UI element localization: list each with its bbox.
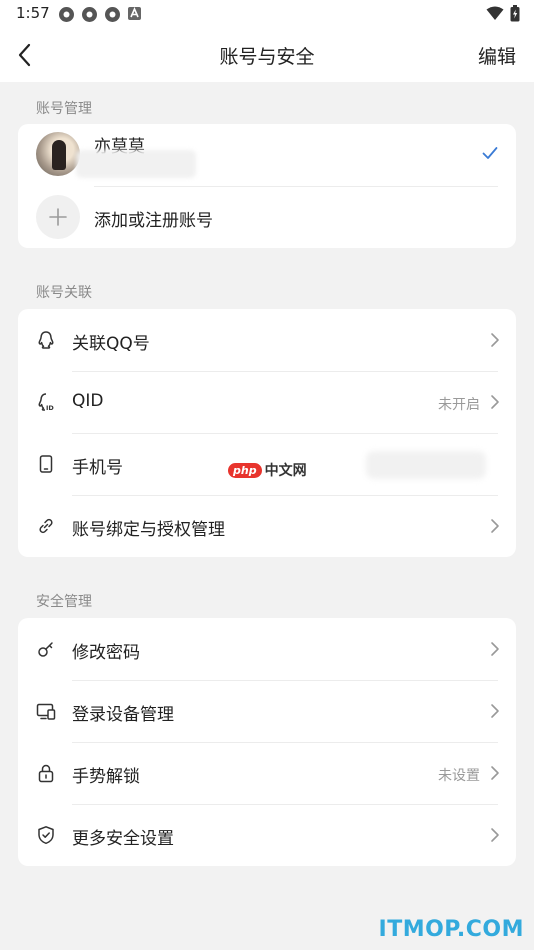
chevron-right-icon [491, 828, 499, 842]
add-account-row[interactable]: 添加或注册账号 [18, 186, 516, 248]
redacted-phone-number [366, 451, 486, 479]
shield-icon [38, 826, 54, 845]
account-management-card: 亦莫莫 添加或注册账号 [18, 124, 516, 248]
binding-authorization-row[interactable]: 账号绑定与授权管理 [18, 495, 516, 557]
status-bar: 1:57 [0, 0, 534, 28]
phone-icon [39, 455, 53, 473]
account-link-card: 关联QQ号 ID QID 未开启 手机号 账号绑定与授权管理 [18, 309, 516, 557]
plus-icon [36, 195, 80, 239]
section-label-security: 安全管理 [36, 594, 92, 610]
check-icon [482, 147, 498, 159]
chevron-right-icon [491, 704, 499, 718]
row-value: 未开启 [438, 397, 480, 413]
row-label: 登录设备管理 [72, 705, 174, 725]
gesture-unlock-row[interactable]: 手势解锁 未设置 [18, 742, 516, 804]
chevron-right-icon [491, 519, 499, 533]
page-title: 账号与安全 [219, 46, 315, 68]
battery-icon [510, 5, 520, 26]
notification-icon [58, 6, 75, 23]
add-account-label: 添加或注册账号 [94, 211, 213, 231]
notification-icon [104, 6, 121, 23]
svg-text:ID: ID [46, 404, 54, 412]
qq-icon [38, 331, 54, 349]
chevron-right-icon [491, 333, 499, 347]
row-label: QID [72, 391, 104, 411]
chevron-right-icon [491, 395, 499, 409]
security-card: 修改密码 登录设备管理 手势解锁 未设置 更多安全设置 [18, 618, 516, 866]
nav-bar: 账号与安全 编辑 [0, 28, 534, 82]
row-label: 手机号 [72, 458, 123, 478]
link-icon [39, 518, 53, 534]
devices-icon [36, 703, 56, 720]
status-time: 1:57 [16, 4, 50, 22]
key-icon [38, 642, 53, 657]
edit-button[interactable]: 编辑 [478, 42, 516, 69]
row-label: 账号绑定与授权管理 [72, 520, 225, 540]
watermark-php-text: 中文网 [264, 463, 307, 479]
row-label: 关联QQ号 [72, 334, 150, 354]
avatar [36, 132, 80, 176]
device-management-row[interactable]: 登录设备管理 [18, 680, 516, 742]
change-password-row[interactable]: 修改密码 [18, 618, 516, 680]
notification-icons [58, 6, 144, 23]
row-label: 修改密码 [72, 643, 140, 663]
lock-icon [38, 764, 54, 783]
section-label-account-link: 账号关联 [36, 285, 92, 301]
link-qq-row[interactable]: 关联QQ号 [18, 309, 516, 371]
row-label: 更多安全设置 [72, 829, 174, 849]
row-value: 未设置 [438, 768, 480, 784]
notification-icon [81, 6, 98, 23]
more-security-row[interactable]: 更多安全设置 [18, 804, 516, 866]
section-label-account-management: 账号管理 [36, 101, 92, 117]
wifi-icon [486, 6, 504, 25]
watermark-php-badge: php [228, 462, 262, 478]
qid-row[interactable]: ID QID 未开启 [18, 371, 516, 433]
qid-icon: ID [38, 393, 54, 412]
watermark-php: php 中文网 [228, 460, 307, 480]
notification-icon [127, 6, 144, 23]
current-account-row[interactable]: 亦莫莫 [18, 124, 516, 186]
chevron-right-icon [491, 642, 499, 656]
watermark-itmop: ITMOP.COM [378, 917, 524, 942]
chevron-right-icon [491, 766, 499, 780]
redacted-account-id [76, 150, 196, 178]
row-label: 手势解锁 [72, 767, 140, 787]
